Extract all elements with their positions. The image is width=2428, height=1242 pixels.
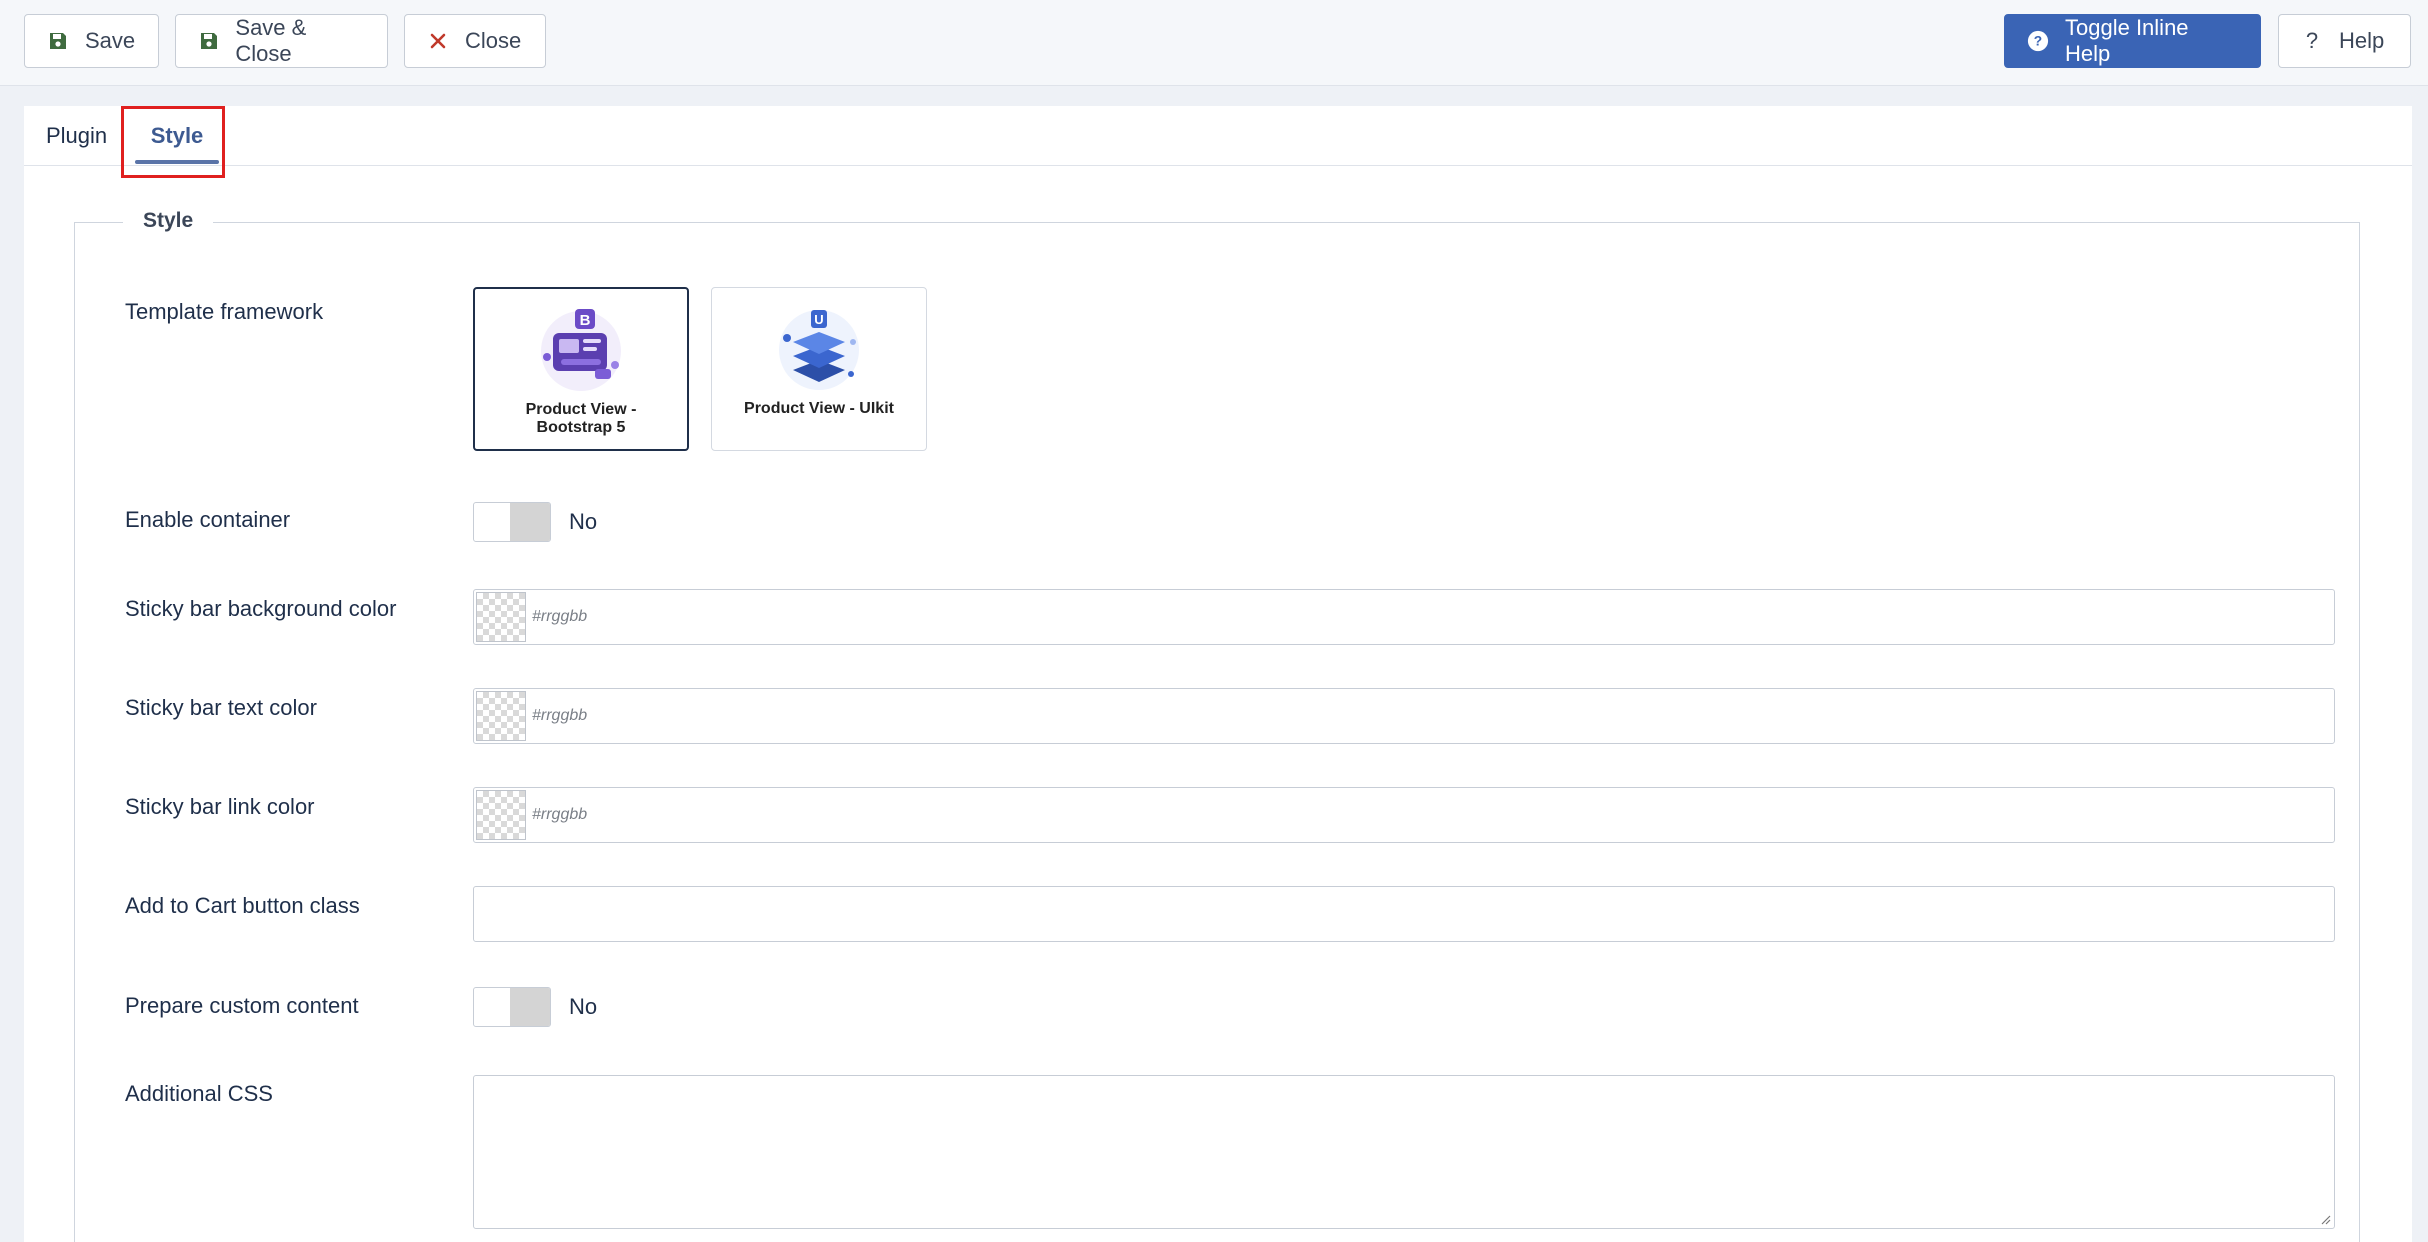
question-icon: ? bbox=[2301, 30, 2323, 52]
sticky-bg-color-label: Sticky bar background color bbox=[125, 596, 397, 621]
tab-style[interactable]: Style bbox=[129, 106, 225, 166]
custom-content-label: Prepare custom content bbox=[125, 993, 359, 1018]
toolbar: Save Save & Close Close ? Toggle Inline … bbox=[0, 0, 2428, 86]
color-swatch[interactable] bbox=[476, 592, 526, 642]
style-fieldset: Style Template framework B Product View … bbox=[74, 209, 2360, 1242]
close-button[interactable]: Close bbox=[404, 14, 546, 68]
save-label: Save bbox=[85, 28, 136, 53]
bootstrap-illustration-icon: B bbox=[541, 309, 621, 391]
help-button[interactable]: ? Help bbox=[2278, 14, 2411, 68]
help-label: Help bbox=[2339, 28, 2385, 53]
sticky-bg-color-input[interactable] bbox=[532, 590, 2322, 644]
save-close-button[interactable]: Save & Close bbox=[175, 14, 388, 68]
toggle-inline-help-label: Toggle Inline Help bbox=[2065, 15, 2189, 66]
active-tab-indicator bbox=[135, 160, 219, 164]
color-swatch[interactable] bbox=[476, 790, 526, 840]
tab-bar: Plugin Style bbox=[24, 106, 2412, 166]
enable-container-toggle[interactable] bbox=[473, 502, 551, 542]
uikit-illustration-icon: U bbox=[779, 310, 859, 390]
toggle-knob bbox=[510, 988, 550, 1026]
sticky-text-color-label: Sticky bar text color bbox=[125, 695, 317, 720]
framework-option-bootstrap[interactable]: B Product View - Bootstrap 5 bbox=[473, 287, 689, 451]
save-button[interactable]: Save bbox=[24, 14, 159, 68]
svg-text:?: ? bbox=[2034, 34, 2042, 49]
sticky-bg-color-field bbox=[473, 589, 2335, 645]
enable-container-label: Enable container bbox=[125, 507, 291, 532]
sticky-link-color-field bbox=[473, 787, 2335, 843]
close-icon bbox=[427, 30, 449, 52]
sticky-text-color-field bbox=[473, 688, 2335, 744]
close-label: Close bbox=[465, 28, 522, 53]
additional-css-label: Additional CSS bbox=[125, 1081, 273, 1106]
additional-css-textarea[interactable] bbox=[473, 1075, 2335, 1229]
custom-content-state: No bbox=[569, 994, 598, 1019]
sticky-link-color-input[interactable] bbox=[532, 788, 2322, 842]
cart-button-class-input[interactable] bbox=[473, 886, 2335, 942]
custom-content-toggle[interactable] bbox=[473, 987, 551, 1027]
main-panel: Plugin Style Style Template framework B bbox=[24, 106, 2412, 1242]
question-circle-icon: ? bbox=[2027, 30, 2049, 52]
sticky-text-color-input[interactable] bbox=[532, 689, 2322, 743]
toggle-knob bbox=[510, 503, 550, 541]
svg-text:U: U bbox=[814, 312, 823, 327]
save-close-label: Save & Close bbox=[235, 15, 307, 66]
template-framework-label: Template framework bbox=[125, 299, 324, 324]
framework-option-title: Product View - UIkit bbox=[744, 400, 894, 417]
svg-text:?: ? bbox=[2306, 30, 2318, 52]
sticky-link-color-label: Sticky bar link color bbox=[125, 794, 315, 819]
tab-plugin-label: Plugin bbox=[46, 123, 108, 148]
framework-option-uikit[interactable]: U Product View - UIkit bbox=[711, 287, 927, 451]
toggle-inline-help-button[interactable]: ? Toggle Inline Help bbox=[2004, 14, 2261, 68]
floppy-disk-icon bbox=[47, 30, 69, 52]
tab-style-label: Style bbox=[150, 123, 204, 148]
color-swatch[interactable] bbox=[476, 691, 526, 741]
framework-option-title: Product View - Bootstrap 5 bbox=[525, 401, 637, 436]
fieldset-legend: Style bbox=[123, 209, 214, 233]
resize-grip-icon[interactable] bbox=[2319, 1213, 2331, 1225]
enable-container-state: No bbox=[569, 509, 598, 534]
tab-plugin[interactable]: Plugin bbox=[46, 106, 107, 166]
cart-button-class-label: Add to Cart button class bbox=[125, 893, 360, 918]
floppy-disk-icon bbox=[198, 30, 219, 52]
svg-text:B: B bbox=[580, 312, 591, 329]
